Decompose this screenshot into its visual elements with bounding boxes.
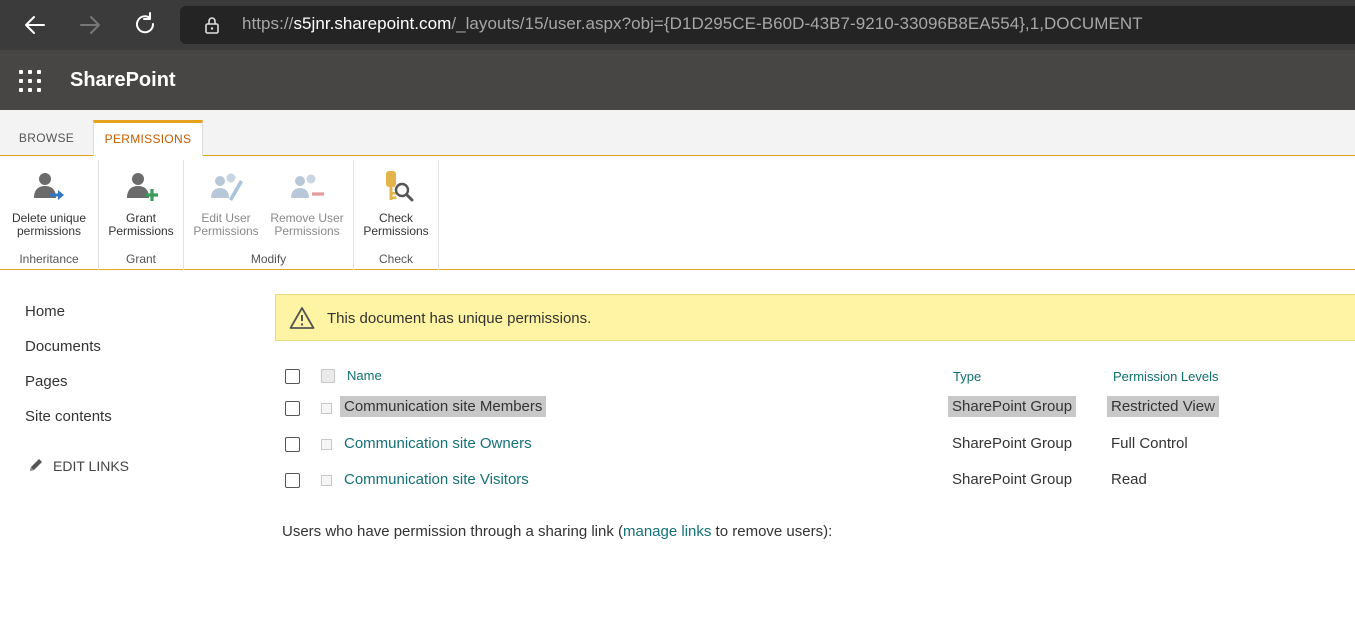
nav-item-pages[interactable]: Pages — [25, 370, 112, 405]
sharing-link-note: Users who have permission through a shar… — [282, 523, 832, 540]
grant-permissions-button[interactable]: Grant Permissions — [103, 168, 179, 238]
url-prefix: https:// — [242, 14, 294, 33]
suite-title[interactable]: SharePoint — [70, 69, 176, 92]
address-bar[interactable]: https://s5jnr.sharepoint.com/_layouts/15… — [180, 6, 1355, 44]
ribbon-group-label: Modify — [250, 252, 287, 266]
table-row-type: SharePoint Group — [948, 396, 1077, 417]
edit-user-icon — [211, 173, 243, 201]
grant-permissions-icon — [127, 173, 158, 201]
ribbon-group-check: Check Permissions Check — [354, 160, 439, 270]
column-header-permission-levels[interactable]: Permission Levels — [1113, 369, 1219, 384]
delete-unique-line2: permissions — [16, 224, 82, 238]
delete-inheritance-icon — [34, 173, 64, 200]
column-header-type[interactable]: Type — [953, 369, 981, 384]
ribbon-group-label: Inheritance — [19, 252, 79, 266]
ribbon-group-inheritance: Delete unique permissions Inheritance — [0, 160, 99, 270]
manage-links-link[interactable]: manage links — [623, 523, 711, 540]
table-row-permission: Restricted View — [1107, 396, 1219, 417]
table-row-name[interactable]: Communication site Visitors — [344, 471, 529, 488]
warning-icon — [289, 307, 315, 329]
check-permissions-icon — [386, 171, 414, 202]
nav-item-site-contents[interactable]: Site contents — [25, 405, 112, 440]
arrow-left-icon — [25, 16, 45, 34]
notice-text: This document has unique permissions. — [327, 310, 592, 327]
check-line2: Permissions — [363, 224, 429, 238]
table-row-permission: Full Control — [1111, 435, 1188, 452]
edit-user-line2: Permissions — [193, 224, 259, 238]
edit-links-label: EDIT LINKS — [53, 458, 129, 474]
unique-permissions-notice: This document has unique permissions. — [275, 294, 1355, 341]
ribbon-group-label: Grant — [125, 252, 156, 266]
nav-item-documents[interactable]: Documents — [25, 335, 112, 370]
sharing-note-after: to remove users): — [711, 523, 833, 540]
remove-user-permissions-button[interactable]: Remove User Permissions — [266, 168, 348, 238]
remove-user-icon — [291, 174, 324, 198]
grant-line2: Permissions — [108, 224, 174, 238]
select-all-checkbox[interactable] — [285, 369, 300, 384]
left-navigation: Home Documents Pages Site contents — [25, 300, 112, 440]
ribbon-group-grant: Grant Permissions Grant — [99, 160, 184, 270]
ribbon-group-modify: Edit User Permissions Remove User Permis… — [184, 160, 354, 270]
sharing-note-before: Users who have permission through a shar… — [282, 523, 623, 540]
lock-icon — [205, 17, 219, 34]
browser-toolbar: https://s5jnr.sharepoint.com/_layouts/15… — [0, 0, 1355, 50]
ribbon-tabs: BROWSE PERMISSIONS — [0, 110, 1355, 157]
edit-user-permissions-button[interactable]: Edit User Permissions — [188, 168, 264, 238]
check-permissions-button[interactable]: Check Permissions — [358, 168, 434, 238]
table-row-name[interactable]: Communication site Owners — [344, 435, 532, 452]
row-checkbox[interactable] — [285, 401, 300, 416]
refresh-icon — [136, 12, 155, 34]
url-path: /_layouts/15/user.aspx?obj={D1D295CE-B60… — [451, 14, 1143, 33]
table-row-type: SharePoint Group — [952, 471, 1073, 488]
ribbon-group-label: Check — [378, 252, 413, 266]
column-header-name[interactable]: Name — [347, 368, 382, 383]
nav-item-home[interactable]: Home — [25, 300, 112, 335]
table-row-permission: Read — [1111, 471, 1147, 488]
url-host: s5jnr.sharepoint.com — [293, 14, 452, 33]
remove-user-line2: Permissions — [274, 224, 340, 238]
forward-button[interactable] — [75, 10, 105, 40]
row-checkbox[interactable] — [285, 473, 300, 488]
row-select-box[interactable] — [321, 403, 332, 414]
arrow-right-icon — [80, 16, 100, 34]
header-select-checkbox[interactable] — [321, 369, 335, 383]
table-row-name[interactable]: Communication site Members — [340, 396, 547, 417]
tab-permissions[interactable]: PERMISSIONS — [93, 120, 203, 157]
row-select-box[interactable] — [321, 439, 332, 450]
ribbon-body: Delete unique permissions Inheritance Gr… — [0, 156, 1355, 270]
tab-browse[interactable]: BROWSE — [0, 120, 93, 156]
pencil-icon — [30, 459, 42, 471]
suite-bar: SharePoint — [0, 50, 1355, 110]
row-select-box[interactable] — [321, 475, 332, 486]
refresh-button[interactable] — [130, 10, 160, 40]
row-checkbox[interactable] — [285, 437, 300, 452]
delete-unique-permissions-button[interactable]: Delete unique permissions — [4, 168, 94, 238]
table-row-type: SharePoint Group — [952, 435, 1073, 452]
url-text[interactable]: https://s5jnr.sharepoint.com/_layouts/15… — [242, 14, 1143, 34]
back-button[interactable] — [20, 10, 50, 40]
app-launcher-icon[interactable] — [19, 70, 41, 92]
